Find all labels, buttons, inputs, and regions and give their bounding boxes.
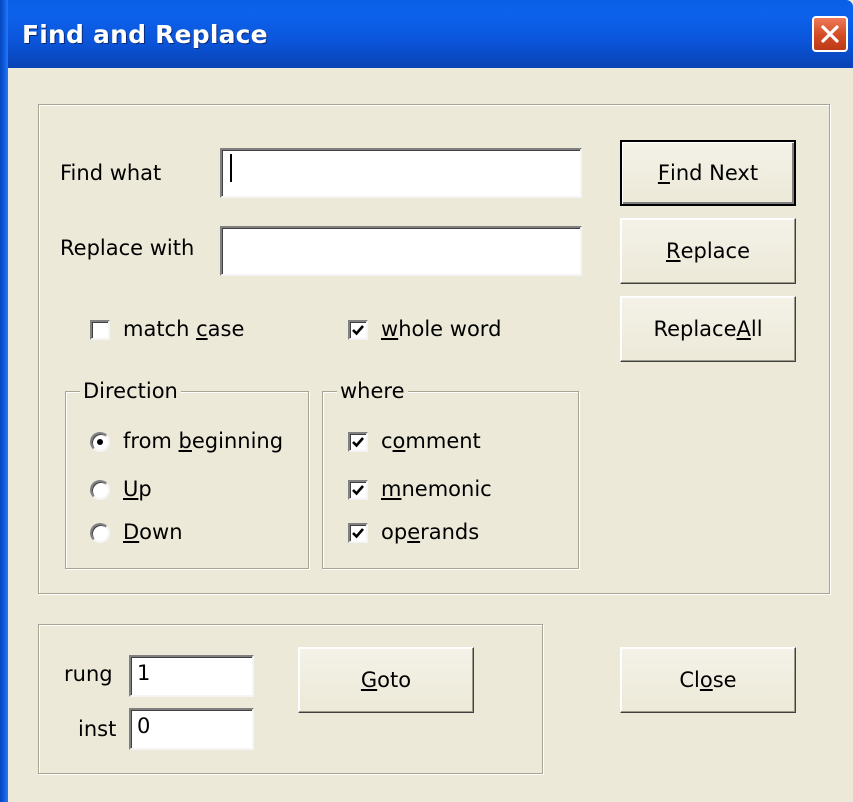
whole-word-label: whole word bbox=[381, 317, 502, 341]
inst-input[interactable]: 0 bbox=[129, 708, 254, 750]
down-label: Down bbox=[123, 520, 183, 544]
radio-up[interactable] bbox=[90, 480, 110, 500]
mnemonic-label: mnemonic bbox=[381, 477, 492, 501]
operands-checkbox[interactable] bbox=[348, 523, 368, 543]
find-what-label: Find what bbox=[60, 161, 162, 185]
where-group-title: where bbox=[337, 378, 408, 404]
replace-all-button[interactable]: Replace All bbox=[620, 296, 796, 362]
inst-label: inst bbox=[78, 717, 117, 741]
rung-value: 1 bbox=[137, 661, 151, 685]
match-case-checkbox[interactable] bbox=[90, 320, 110, 340]
rung-input[interactable]: 1 bbox=[129, 655, 254, 697]
comment-label: comment bbox=[381, 429, 481, 453]
inst-value: 0 bbox=[137, 714, 151, 738]
mnemonic-checkbox[interactable] bbox=[348, 480, 368, 500]
radio-from-beginning[interactable] bbox=[90, 432, 110, 452]
title-bar[interactable]: Find and Replace bbox=[0, 0, 853, 68]
close-button[interactable]: Cl o se bbox=[620, 647, 796, 713]
window-frame-left bbox=[0, 0, 8, 802]
close-window-button[interactable] bbox=[812, 16, 848, 52]
goto-button[interactable]: Goto bbox=[298, 647, 474, 713]
find-what-input[interactable] bbox=[220, 148, 582, 198]
direction-group-title: Direction bbox=[80, 378, 181, 404]
checkmark-icon bbox=[352, 485, 364, 496]
window-title: Find and Replace bbox=[22, 20, 268, 49]
from-beginning-label: from beginning bbox=[123, 429, 284, 453]
checkmark-icon bbox=[352, 325, 364, 336]
replace-button[interactable]: Replace bbox=[620, 218, 796, 284]
rung-label: rung bbox=[64, 662, 113, 686]
up-label: Up bbox=[123, 477, 152, 501]
whole-word-checkbox[interactable] bbox=[348, 320, 368, 340]
checkmark-icon bbox=[352, 528, 364, 539]
text-caret bbox=[230, 154, 232, 182]
find-next-button[interactable]: Find Next bbox=[620, 140, 796, 206]
operands-label: operands bbox=[381, 520, 480, 544]
radio-down[interactable] bbox=[90, 523, 110, 543]
match-case-label: match case bbox=[123, 317, 245, 341]
find-replace-dialog: Find and Replace Find what Replace with … bbox=[0, 0, 853, 802]
replace-with-label: Replace with bbox=[60, 236, 195, 260]
comment-checkbox[interactable] bbox=[348, 432, 368, 452]
checkmark-icon bbox=[352, 437, 364, 448]
replace-with-input[interactable] bbox=[220, 226, 582, 276]
radio-selected-dot bbox=[97, 439, 103, 445]
